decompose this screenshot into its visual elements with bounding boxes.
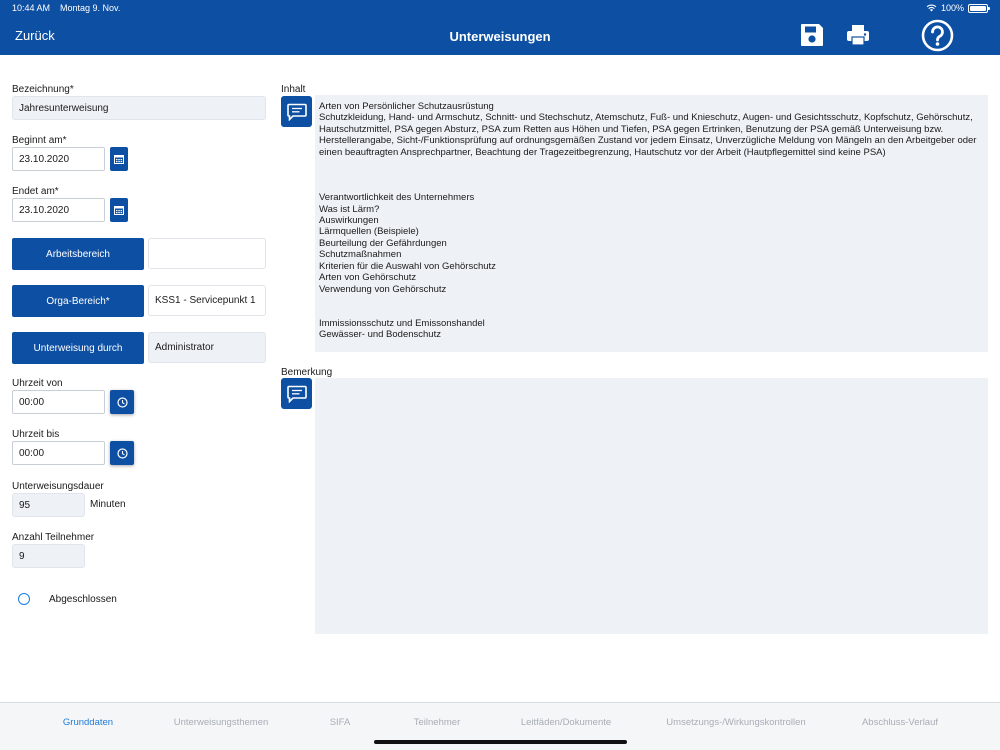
- endet-date-input[interactable]: 23.10.2020: [12, 198, 105, 222]
- clock-icon: [116, 396, 128, 408]
- unterweisung-durch-button[interactable]: Unterweisung durch: [12, 332, 144, 364]
- bemerkung-label: Bemerkung: [281, 367, 333, 378]
- beginnt-label: Beginnt am*: [12, 135, 67, 146]
- app-header: 10:44 AM Montag 9. Nov. 100% Zurück Unte…: [0, 0, 1000, 55]
- uhrzeit-von-label: Uhrzeit von: [12, 378, 63, 389]
- tab-umsetzungs-wirkungskontrollen[interactable]: Umsetzungs-/Wirkungskontrollen: [655, 717, 817, 728]
- abgeschlossen-label: Abgeschlossen: [49, 594, 117, 605]
- tab-teilnehmer[interactable]: Teilnehmer: [401, 717, 473, 728]
- battery-percent: 100%: [940, 3, 964, 13]
- uhrzeit-bis-input[interactable]: 00:00: [12, 441, 105, 465]
- wifi-icon: [926, 4, 937, 12]
- bemerkung-comment-button[interactable]: [281, 378, 312, 409]
- battery-icon: [968, 3, 990, 13]
- teilnehmer-label: Anzahl Teilnehmer: [12, 532, 95, 543]
- unterweisung-durch-value: Administrator: [148, 332, 266, 363]
- calendar-icon: [114, 155, 124, 164]
- status-bar: 10:44 AM Montag 9. Nov. 100%: [12, 3, 990, 15]
- inhalt-label: Inhalt: [281, 84, 306, 95]
- endet-label: Endet am*: [12, 186, 59, 197]
- uhrzeit-bis-clock-button[interactable]: [110, 441, 134, 465]
- tab-leitfaeden-dokumente[interactable]: Leitfäden/Dokumente: [510, 717, 622, 728]
- beginnt-date-input[interactable]: 23.10.2020: [12, 147, 105, 171]
- home-indicator: [374, 740, 627, 744]
- endet-calendar-button[interactable]: [110, 198, 128, 222]
- tab-abschluss-verlauf[interactable]: Abschluss-Verlauf: [852, 717, 948, 728]
- beginnt-calendar-button[interactable]: [110, 147, 128, 171]
- bezeichnung-label: Bezeichnung*: [12, 84, 74, 95]
- calendar-icon: [114, 206, 124, 215]
- status-right: 100%: [926, 3, 990, 13]
- uhrzeit-von-clock-button[interactable]: [110, 390, 134, 414]
- clock-icon: [116, 447, 128, 459]
- uhrzeit-von-input[interactable]: 00:00: [12, 390, 105, 414]
- arbeitsbereich-button[interactable]: Arbeitsbereich: [12, 238, 144, 270]
- orga-bereich-button[interactable]: Orga-Bereich*: [12, 285, 144, 317]
- bezeichnung-input[interactable]: Jahresunterweisung: [12, 96, 266, 120]
- orga-bereich-value: KSS1 - Servicepunkt 1: [148, 285, 266, 316]
- arbeitsbereich-value: [148, 238, 266, 269]
- dauer-unit: Minuten: [90, 499, 126, 510]
- inhalt-comment-button[interactable]: [281, 96, 312, 127]
- printer-icon[interactable]: [845, 22, 871, 48]
- message-icon: [286, 103, 307, 121]
- help-icon[interactable]: [921, 19, 954, 52]
- tab-unterweisungsthemen[interactable]: Unterweisungsthemen: [166, 717, 276, 728]
- status-date: Montag 9. Nov.: [60, 3, 121, 13]
- dauer-input[interactable]: 95: [12, 493, 85, 517]
- tab-grunddaten[interactable]: Grunddaten: [50, 717, 126, 728]
- abgeschlossen-radio[interactable]: [18, 593, 30, 605]
- message-icon: [286, 385, 307, 403]
- bemerkung-textarea[interactable]: [315, 378, 988, 634]
- save-icon[interactable]: [799, 22, 825, 48]
- status-time: 10:44 AM: [12, 3, 51, 13]
- tab-sifa[interactable]: SIFA: [318, 717, 362, 728]
- inhalt-textarea[interactable]: Arten von Persönlicher Schutzausrüstung …: [315, 95, 988, 352]
- dauer-label: Unterweisungsdauer: [12, 481, 104, 492]
- uhrzeit-bis-label: Uhrzeit bis: [12, 429, 60, 440]
- teilnehmer-input[interactable]: 9: [12, 544, 85, 568]
